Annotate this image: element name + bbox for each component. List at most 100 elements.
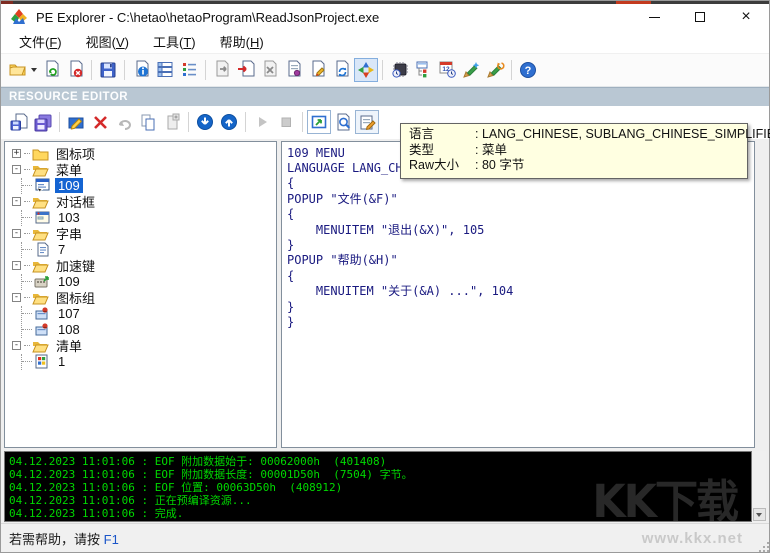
open-file-button[interactable] [5,58,29,82]
tree-expander[interactable]: - [12,341,21,350]
tree-leaf-manifest-1[interactable]: 1 [22,354,276,370]
tree-item-label[interactable]: 109 [55,274,83,289]
disassembler-button[interactable] [387,58,411,82]
tree-node-icon-groups[interactable]: - 图标组 [9,290,276,306]
tree-item-label[interactable]: 107 [55,306,83,321]
delete-resource-button[interactable] [88,110,112,134]
move-up-button[interactable] [217,110,241,134]
tree-item-label[interactable]: 108 [55,322,83,337]
tree-item-label-selected[interactable]: 109 [55,178,83,193]
resource-properties-button[interactable] [355,110,379,134]
resource-editor-title: RESOURCE EDITOR [1,91,128,104]
window-title: PE Explorer - C:\hetao\hetaoProgram\Read… [36,10,379,25]
resource-tree[interactable]: + 图标项 - 菜单 109 - 对话框 [4,141,277,449]
folder-open-icon [32,194,49,209]
log-line: 04.12.2023 11:01:06 : 完成. [9,507,747,520]
maximize-button[interactable] [677,4,723,31]
import-button[interactable] [234,58,258,82]
tree-item-label[interactable]: 1 [55,354,68,369]
menu-view[interactable]: 视图(V) [74,30,141,53]
resource-code-view[interactable]: 109 MENU LANGUAGE LANG_CHINESE, SUBLANG_… [281,141,755,449]
icon-group-resource-icon [34,306,51,321]
tree-item-label[interactable]: 7 [55,242,68,257]
copy-resource-button[interactable] [136,110,160,134]
cleaner-button[interactable] [459,58,483,82]
tree-expander[interactable]: - [12,293,21,302]
menu-file[interactable]: 文件(F) [7,30,74,53]
open-file-dropdown[interactable] [29,58,39,82]
tree-expander[interactable]: - [12,261,21,270]
save-all-resources-button[interactable] [31,110,55,134]
log-console[interactable]: 04.12.2023 11:01:06 : EOF 附加数据始于: 000620… [4,451,752,522]
headers-list-icon [156,60,175,79]
tree-item-label[interactable]: 字串 [53,224,85,243]
icon-group-resource-icon [34,322,51,337]
code-line: MENUITEM "关于(&A) ...", 104 [287,284,754,299]
resize-grip[interactable] [763,546,765,548]
tree-expander[interactable]: - [12,197,21,206]
kkx-url-watermark: www.kkx.net [642,530,743,547]
headers-view-button[interactable] [153,58,177,82]
tree-expander[interactable]: - [12,229,21,238]
edit-resource-button[interactable] [64,110,88,134]
tree-item-label[interactable]: 103 [55,210,83,225]
help-button[interactable]: ? [516,58,540,82]
code-line: { [287,207,754,222]
tree-item-label[interactable]: 加速键 [53,256,98,275]
sync-button[interactable] [330,58,354,82]
tree-node-icon-entries[interactable]: + 图标项 [9,146,276,162]
title-bar[interactable]: PE Explorer - C:\hetao\hetaoProgram\Read… [1,4,769,31]
reload-file-button[interactable] [39,58,63,82]
menu-help[interactable]: 帮助(H) [208,30,276,53]
tooltip-label: Raw大小 [409,158,475,174]
stop-button[interactable] [274,110,298,134]
dependency-scanner-button[interactable] [411,58,435,82]
code-line: } [287,300,754,315]
preview-resource-button[interactable] [331,110,355,134]
tree-node-strings[interactable]: - 字串 [9,226,276,242]
tree-expander[interactable]: + [12,149,21,158]
tree-leaf-icon-group-107[interactable]: 107 [22,306,276,322]
undo-button[interactable] [112,110,136,134]
tree-item-label[interactable]: 菜单 [53,160,85,179]
menu-tools[interactable]: 工具(T) [141,30,208,53]
data-directories-button[interactable] [177,58,201,82]
save-resource-button[interactable] [7,110,31,134]
file-info-button[interactable] [129,58,153,82]
edit-page-icon [309,60,328,79]
tree-item-label[interactable]: 对话框 [53,192,98,211]
export-section-button[interactable] [258,58,282,82]
save-file-button[interactable] [96,58,120,82]
log-line: 04.12.2023 11:01:06 : EOF 附加数据始于: 000620… [9,455,747,468]
resource-editor-button[interactable] [354,58,378,82]
open-folder-icon [8,60,27,79]
scroll-down-button[interactable] [753,508,766,521]
folder-open-icon [32,162,49,177]
edit-headers-button[interactable] [306,58,330,82]
tree-node-dialogs[interactable]: - 对话框 [9,194,276,210]
close-button[interactable]: × [723,4,769,31]
minimize-button[interactable] [631,4,677,31]
cleaner-restore-button[interactable] [483,58,507,82]
content-area: + 图标项 - 菜单 109 - 对话框 [1,139,769,451]
tree-expander[interactable]: - [12,165,21,174]
undo-icon [115,113,134,132]
expand-view-button[interactable] [307,110,331,134]
close-file-button[interactable] [63,58,87,82]
tree-item-label[interactable]: 清单 [53,336,85,355]
signature-button[interactable] [282,58,306,82]
tree-node-manifest[interactable]: - 清单 [9,338,276,354]
tree-node-menus[interactable]: - 菜单 [9,162,276,178]
tree-item-label[interactable]: 图标组 [53,288,98,307]
play-button[interactable] [250,110,274,134]
new-resource-button[interactable] [160,110,184,134]
time-date-stamp-button[interactable]: 12 [435,58,459,82]
export-button[interactable] [210,58,234,82]
tooltip-label: 语言 [409,127,475,143]
export-section-icon [261,60,280,79]
console-scrollbar[interactable] [752,451,766,522]
save-all-icon [34,113,53,132]
chip-icon [390,60,409,79]
move-down-button[interactable] [193,110,217,134]
tree-node-accelerators[interactable]: - 加速键 [9,258,276,274]
